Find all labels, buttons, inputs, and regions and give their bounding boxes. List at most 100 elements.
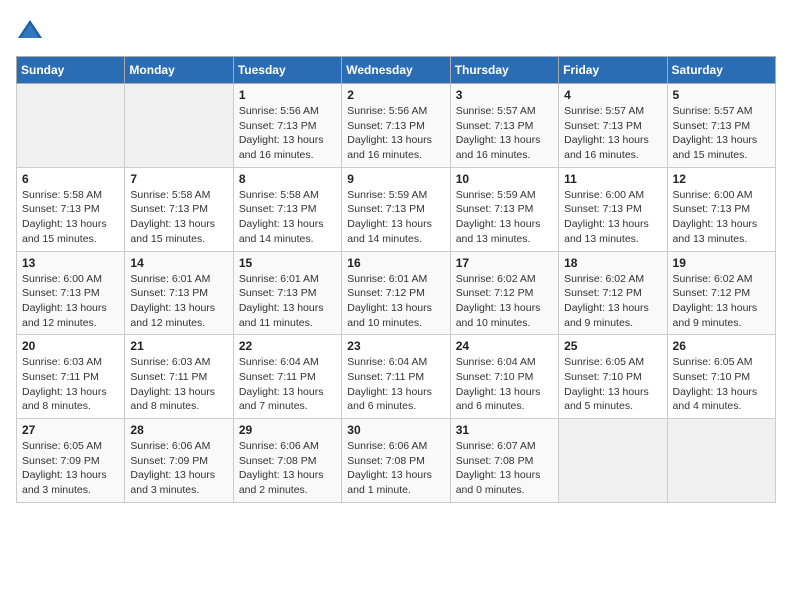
day-number: 14 [130,256,227,270]
day-number: 15 [239,256,336,270]
day-number: 23 [347,339,444,353]
calendar-week-row: 13 Sunrise: 6:00 AM Sunset: 7:13 PM Dayli… [17,251,776,335]
day-number: 31 [456,423,553,437]
day-detail: Sunrise: 6:04 AM Sunset: 7:11 PM Dayligh… [239,355,336,414]
day-of-week-header: Tuesday [233,57,341,84]
calendar-cell [667,419,775,503]
day-detail: Sunrise: 6:00 AM Sunset: 7:13 PM Dayligh… [564,188,661,247]
day-number: 18 [564,256,661,270]
day-detail: Sunrise: 6:01 AM Sunset: 7:12 PM Dayligh… [347,272,444,331]
calendar-cell: 24Sunrise: 6:04 AM Sunset: 7:10 PM Dayli… [450,335,558,419]
day-detail: Sunrise: 5:57 AM Sunset: 7:13 PM Dayligh… [673,104,770,163]
calendar-cell [17,84,125,168]
day-of-week-header: Monday [125,57,233,84]
day-of-week-header: Thursday [450,57,558,84]
day-detail: Sunrise: 5:57 AM Sunset: 7:13 PM Dayligh… [456,104,553,163]
calendar-cell: 25 Sunrise: 6:05 AM Sunset: 7:10 PM Dayli… [559,335,667,419]
day-number: 13 [22,256,119,270]
day-detail: Sunrise: 5:56 AM Sunset: 7:13 PM Dayligh… [347,104,444,163]
calendar-cell: 23 Sunrise: 6:04 AM Sunset: 7:11 PM Dayli… [342,335,450,419]
day-number: 16 [347,256,444,270]
day-detail: Sunrise: 6:05 AM Sunset: 7:10 PM Dayligh… [564,355,661,414]
calendar-cell: 29 Sunrise: 6:06 AM Sunset: 7:08 PM Dayli… [233,419,341,503]
logo [16,16,48,44]
day-detail: Sunrise: 5:58 AM Sunset: 7:13 PM Dayligh… [22,188,119,247]
calendar-week-row: 20 Sunrise: 6:03 AM Sunset: 7:11 PM Dayli… [17,335,776,419]
calendar-cell: 9 Sunrise: 5:59 AM Sunset: 7:13 PM Daylig… [342,167,450,251]
day-number: 7 [130,172,227,186]
calendar-cell: 19Sunrise: 6:02 AM Sunset: 7:12 PM Dayli… [667,251,775,335]
day-number: 2 [347,88,444,102]
logo-icon [16,16,44,44]
calendar-cell: 21 Sunrise: 6:03 AM Sunset: 7:11 PM Dayli… [125,335,233,419]
calendar-cell [125,84,233,168]
day-number: 6 [22,172,119,186]
day-number: 19 [673,256,770,270]
day-detail: Sunrise: 6:06 AM Sunset: 7:08 PM Dayligh… [239,439,336,498]
day-detail: Sunrise: 5:56 AM Sunset: 7:13 PM Dayligh… [239,104,336,163]
day-number: 8 [239,172,336,186]
day-number: 26 [673,339,770,353]
day-detail: Sunrise: 6:06 AM Sunset: 7:09 PM Dayligh… [130,439,227,498]
calendar-cell: 5 Sunrise: 5:57 AM Sunset: 7:13 PM Daylig… [667,84,775,168]
calendar-cell: 18 Sunrise: 6:02 AM Sunset: 7:12 PM Dayli… [559,251,667,335]
calendar-week-row: 6 Sunrise: 5:58 AM Sunset: 7:13 PM Daylig… [17,167,776,251]
day-number: 30 [347,423,444,437]
calendar-week-row: 1 Sunrise: 5:56 AM Sunset: 7:13 PM Daylig… [17,84,776,168]
day-of-week-header: Sunday [17,57,125,84]
day-of-week-header: Friday [559,57,667,84]
day-detail: Sunrise: 6:07 AM Sunset: 7:08 PM Dayligh… [456,439,553,498]
calendar-cell: 8Sunrise: 5:58 AM Sunset: 7:13 PM Daylig… [233,167,341,251]
calendar-header-row: SundayMondayTuesdayWednesdayThursdayFrid… [17,57,776,84]
calendar-cell: 27Sunrise: 6:05 AM Sunset: 7:09 PM Dayli… [17,419,125,503]
page-header [16,16,776,44]
day-number: 25 [564,339,661,353]
calendar-cell: 16 Sunrise: 6:01 AM Sunset: 7:12 PM Dayli… [342,251,450,335]
day-detail: Sunrise: 6:04 AM Sunset: 7:11 PM Dayligh… [347,355,444,414]
calendar-cell: 17 Sunrise: 6:02 AM Sunset: 7:12 PM Dayli… [450,251,558,335]
day-detail: Sunrise: 6:00 AM Sunset: 7:13 PM Dayligh… [22,272,119,331]
day-number: 3 [456,88,553,102]
day-of-week-header: Saturday [667,57,775,84]
day-detail: Sunrise: 5:59 AM Sunset: 7:13 PM Dayligh… [456,188,553,247]
day-number: 29 [239,423,336,437]
day-number: 20 [22,339,119,353]
day-detail: Sunrise: 6:02 AM Sunset: 7:12 PM Dayligh… [564,272,661,331]
calendar-cell: 31 Sunrise: 6:07 AM Sunset: 7:08 PM Dayli… [450,419,558,503]
calendar-cell: 3 Sunrise: 5:57 AM Sunset: 7:13 PM Daylig… [450,84,558,168]
calendar-cell: 12Sunrise: 6:00 AM Sunset: 7:13 PM Dayli… [667,167,775,251]
day-number: 5 [673,88,770,102]
calendar-cell [559,419,667,503]
day-number: 10 [456,172,553,186]
day-number: 11 [564,172,661,186]
calendar-cell: 15 Sunrise: 6:01 AM Sunset: 7:13 PM Dayli… [233,251,341,335]
calendar-cell: 26 Sunrise: 6:05 AM Sunset: 7:10 PM Dayli… [667,335,775,419]
calendar-cell: 4Sunrise: 5:57 AM Sunset: 7:13 PM Daylig… [559,84,667,168]
day-detail: Sunrise: 6:01 AM Sunset: 7:13 PM Dayligh… [130,272,227,331]
calendar-cell: 13 Sunrise: 6:00 AM Sunset: 7:13 PM Dayli… [17,251,125,335]
calendar-cell: 10 Sunrise: 5:59 AM Sunset: 7:13 PM Dayli… [450,167,558,251]
calendar-cell: 11 Sunrise: 6:00 AM Sunset: 7:13 PM Dayli… [559,167,667,251]
day-detail: Sunrise: 5:57 AM Sunset: 7:13 PM Dayligh… [564,104,661,163]
day-detail: Sunrise: 6:03 AM Sunset: 7:11 PM Dayligh… [22,355,119,414]
day-of-week-header: Wednesday [342,57,450,84]
day-detail: Sunrise: 6:02 AM Sunset: 7:12 PM Dayligh… [456,272,553,331]
day-number: 12 [673,172,770,186]
day-detail: Sunrise: 6:01 AM Sunset: 7:13 PM Dayligh… [239,272,336,331]
calendar-cell: 22Sunrise: 6:04 AM Sunset: 7:11 PM Dayli… [233,335,341,419]
calendar-cell: 30 Sunrise: 6:06 AM Sunset: 7:08 PM Dayli… [342,419,450,503]
day-detail: Sunrise: 6:05 AM Sunset: 7:10 PM Dayligh… [673,355,770,414]
day-detail: Sunrise: 6:06 AM Sunset: 7:08 PM Dayligh… [347,439,444,498]
day-number: 21 [130,339,227,353]
day-detail: Sunrise: 5:59 AM Sunset: 7:13 PM Dayligh… [347,188,444,247]
day-detail: Sunrise: 6:03 AM Sunset: 7:11 PM Dayligh… [130,355,227,414]
day-detail: Sunrise: 6:05 AM Sunset: 7:09 PM Dayligh… [22,439,119,498]
calendar-cell: 28 Sunrise: 6:06 AM Sunset: 7:09 PM Dayli… [125,419,233,503]
day-number: 17 [456,256,553,270]
calendar-cell: 7Sunrise: 5:58 AM Sunset: 7:13 PM Daylig… [125,167,233,251]
calendar-cell: 20 Sunrise: 6:03 AM Sunset: 7:11 PM Dayli… [17,335,125,419]
day-number: 28 [130,423,227,437]
day-number: 1 [239,88,336,102]
day-number: 9 [347,172,444,186]
calendar-cell: 2 Sunrise: 5:56 AM Sunset: 7:13 PM Daylig… [342,84,450,168]
